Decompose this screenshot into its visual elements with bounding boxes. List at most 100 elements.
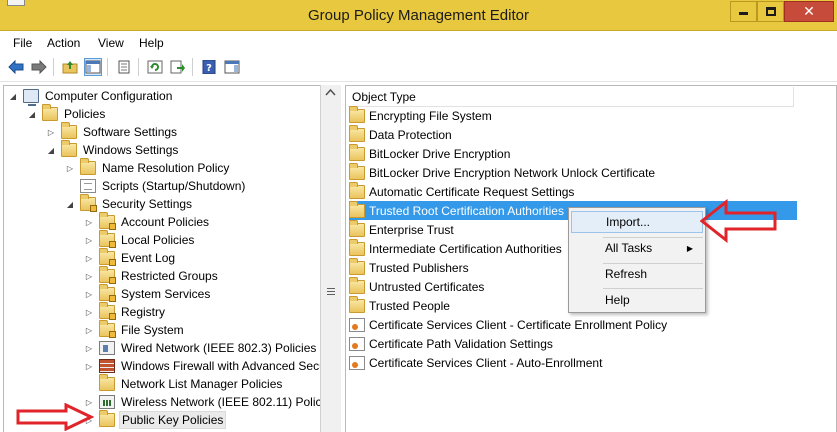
tree-item[interactable]: ▷ Registry bbox=[83, 302, 167, 321]
tree-item[interactable]: ▷ Account Policies bbox=[83, 212, 211, 231]
security-folder-icon bbox=[80, 194, 97, 212]
collapsed-arrow-icon[interactable]: ▷ bbox=[83, 270, 95, 282]
tree-item-label: Computer Configuration bbox=[45, 89, 173, 103]
tree-item[interactable]: ▷ System Services bbox=[83, 284, 212, 303]
forward-arrow-icon bbox=[31, 60, 47, 74]
wireless-network-icon bbox=[99, 395, 115, 409]
list-item[interactable]: BitLocker Drive Encryption bbox=[349, 143, 795, 163]
context-menu-import[interactable]: Import... bbox=[571, 211, 703, 233]
list-item-label: Data Protection bbox=[369, 127, 452, 142]
folder-icon bbox=[99, 374, 115, 391]
list-item-label: Trusted Root Certification Authorities bbox=[369, 203, 564, 218]
show-hide-action-pane-button[interactable] bbox=[223, 58, 241, 76]
menu-view[interactable]: View bbox=[98, 36, 124, 50]
tree-item[interactable]: ▷ Wired Network (IEEE 802.3) Policies bbox=[83, 339, 318, 357]
tree-item-label: Wired Network (IEEE 802.3) Policies bbox=[121, 341, 317, 355]
show-hide-console-tree-button[interactable] bbox=[84, 58, 102, 76]
list-item-label: Automatic Certificate Request Settings bbox=[369, 184, 575, 199]
lock-folder-icon bbox=[99, 266, 116, 284]
splitter-grip-icon[interactable] bbox=[327, 288, 335, 295]
list-item[interactable]: BitLocker Drive Encryption Network Unloc… bbox=[349, 162, 795, 182]
tree-scrollbar[interactable] bbox=[320, 85, 341, 432]
menu-help[interactable]: Help bbox=[139, 36, 164, 50]
collapsed-arrow-icon[interactable]: ▷ bbox=[83, 306, 95, 318]
tree-item[interactable]: ◢ Policies bbox=[26, 104, 107, 123]
forward-button[interactable] bbox=[30, 58, 48, 76]
list-item[interactable]: Certificate Path Validation Settings bbox=[349, 334, 795, 353]
help-button[interactable]: ? bbox=[200, 58, 218, 76]
tree-item[interactable]: ▷ File System bbox=[83, 320, 186, 339]
folder-icon bbox=[80, 158, 96, 175]
close-button[interactable]: ✕ bbox=[784, 1, 834, 22]
tree-item[interactable]: ▷ Public Key Policies bbox=[83, 410, 227, 429]
folder-icon bbox=[349, 200, 365, 218]
toolbar-separator bbox=[53, 58, 54, 76]
collapsed-arrow-icon[interactable]: ▷ bbox=[83, 360, 95, 372]
lock-badge-icon bbox=[109, 223, 116, 230]
context-menu-refresh[interactable]: Refresh bbox=[571, 263, 703, 285]
collapsed-arrow-icon[interactable]: ▷ bbox=[83, 234, 95, 246]
context-menu: Import... All Tasks ▶ Refresh Help bbox=[568, 207, 706, 313]
minimize-button[interactable] bbox=[730, 1, 757, 22]
tree-item[interactable]: ▷ Windows Firewall with Advanced Secu bbox=[83, 357, 328, 375]
lock-badge-icon bbox=[109, 259, 116, 266]
export-list-button[interactable] bbox=[169, 58, 187, 76]
expanded-arrow-icon[interactable]: ◢ bbox=[64, 198, 76, 210]
folder-icon bbox=[349, 257, 365, 275]
tree-item[interactable]: ◢ Security Settings bbox=[64, 194, 194, 213]
collapsed-arrow-icon[interactable]: ▷ bbox=[45, 126, 57, 138]
network-policy-icon bbox=[99, 341, 115, 355]
menu-bar: File Action View Help bbox=[0, 31, 837, 53]
tree-item[interactable]: ◢ Windows Settings bbox=[45, 140, 180, 159]
tree-item[interactable]: ▷ Software Settings bbox=[45, 122, 179, 141]
context-menu-all-tasks[interactable]: All Tasks ▶ bbox=[571, 237, 703, 259]
tree-item[interactable]: ▷ Wireless Network (IEEE 802.11) Policie bbox=[83, 393, 333, 411]
back-button[interactable] bbox=[7, 58, 25, 76]
tree-item[interactable]: ▷ Restricted Groups bbox=[83, 266, 220, 285]
maximize-button[interactable] bbox=[757, 1, 784, 22]
folder-icon bbox=[42, 104, 58, 121]
console-tree[interactable]: ◢ Computer Configuration ◢ Policies ▷ Softwar… bbox=[3, 85, 341, 432]
refresh-button[interactable] bbox=[146, 58, 164, 76]
expanded-arrow-icon[interactable]: ◢ bbox=[26, 108, 38, 120]
list-item[interactable]: Certificate Services Client - Auto-Enrol… bbox=[349, 353, 795, 372]
app-icon bbox=[7, 0, 25, 6]
lock-folder-icon bbox=[99, 320, 116, 338]
collapsed-arrow-icon[interactable]: ▷ bbox=[64, 162, 76, 174]
tree-item[interactable]: Network List Manager Policies bbox=[83, 374, 284, 393]
context-menu-help[interactable]: Help bbox=[571, 289, 703, 311]
collapsed-arrow-icon[interactable]: ▷ bbox=[83, 216, 95, 228]
collapsed-arrow-icon[interactable]: ▷ bbox=[83, 342, 95, 354]
menu-action[interactable]: Action bbox=[47, 36, 80, 50]
list-item[interactable]: Encrypting File System bbox=[349, 105, 795, 125]
tree-item-label: Wireless Network (IEEE 802.11) Policie bbox=[121, 395, 331, 409]
list-item[interactable]: Certificate Services Client - Certificat… bbox=[349, 315, 795, 334]
folder-icon bbox=[349, 105, 365, 123]
expanded-arrow-icon[interactable]: ◢ bbox=[45, 144, 57, 156]
collapsed-arrow-icon[interactable]: ▷ bbox=[83, 288, 95, 300]
column-header-object-type[interactable]: Object Type bbox=[348, 87, 794, 107]
menu-file[interactable]: File bbox=[13, 36, 32, 50]
list-item-label: Certificate Path Validation Settings bbox=[369, 336, 553, 351]
tree-item[interactable]: Scripts (Startup/Shutdown) bbox=[64, 177, 247, 195]
tree-item[interactable]: ▷ Name Resolution Policy bbox=[64, 158, 231, 177]
export-list-icon bbox=[170, 60, 185, 74]
scroll-up-icon[interactable] bbox=[325, 88, 336, 96]
properties-button[interactable] bbox=[115, 58, 133, 76]
collapsed-arrow-icon[interactable]: ▷ bbox=[83, 324, 95, 336]
lock-badge-icon bbox=[109, 277, 116, 284]
collapsed-arrow-icon[interactable]: ▷ bbox=[83, 252, 95, 264]
tree-item[interactable]: ◢ Computer Configuration bbox=[7, 87, 174, 106]
expanded-arrow-icon[interactable]: ◢ bbox=[7, 90, 19, 102]
computer-icon bbox=[23, 89, 39, 106]
toolbar-separator bbox=[192, 58, 193, 76]
tree-item[interactable]: ▷ Event Log bbox=[83, 248, 177, 267]
folder-icon bbox=[349, 238, 365, 256]
properties-icon bbox=[118, 60, 130, 74]
up-one-level-button[interactable] bbox=[61, 58, 79, 76]
list-item[interactable]: Data Protection bbox=[349, 124, 795, 144]
toolbar: ? bbox=[0, 53, 837, 82]
certificate-document-icon bbox=[349, 336, 365, 351]
tree-item[interactable]: ▷ Local Policies bbox=[83, 230, 196, 249]
